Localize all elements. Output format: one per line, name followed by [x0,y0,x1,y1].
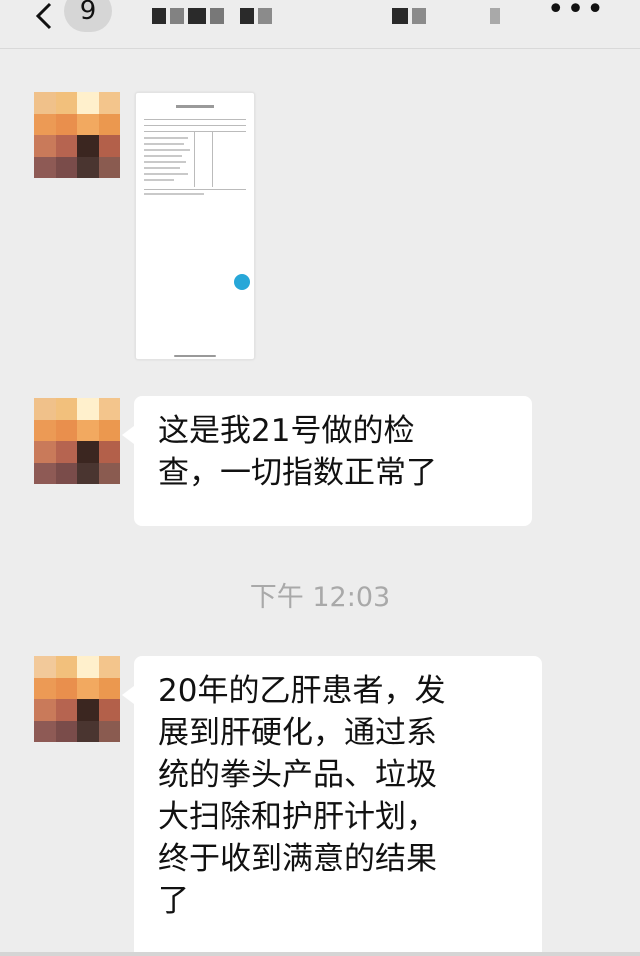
text-message-bubble[interactable]: 这是我21号做的检 查，一切指数正常了 [122,396,532,526]
message-line: 20年的乙肝患者，发 [158,673,446,709]
back-chevron-icon[interactable] [30,2,58,30]
more-options-icon[interactable]: ••• [547,0,606,25]
report-title-bar [176,105,214,108]
sender-avatar[interactable] [34,92,120,178]
chat-header: 9 ••• [0,0,640,49]
message-line: 终于收到满意的结果 [158,841,437,877]
unread-count-badge[interactable]: 9 [64,0,112,32]
sender-avatar[interactable] [34,398,120,484]
message-line: 统的拳头产品、垃圾 [158,757,437,793]
download-icon [234,274,250,290]
message-timestamp: 下午 12:03 [249,582,391,613]
bottom-edge [0,952,640,956]
sender-avatar[interactable] [34,656,120,742]
message-line: 了 [158,883,189,919]
message-line: 这是我21号做的检 [158,413,415,449]
message-line: 展到肝硬化，通过系 [158,715,437,751]
image-message-thumbnail[interactable] [135,92,255,360]
message-line: 大扫除和护肝计划， [158,799,437,835]
text-message-bubble[interactable]: 20年的乙肝患者，发 展到肝硬化，通过系 统的拳头产品、垃圾 大扫除和护肝计划，… [122,656,542,956]
message-line: 查，一切指数正常了 [158,455,437,491]
